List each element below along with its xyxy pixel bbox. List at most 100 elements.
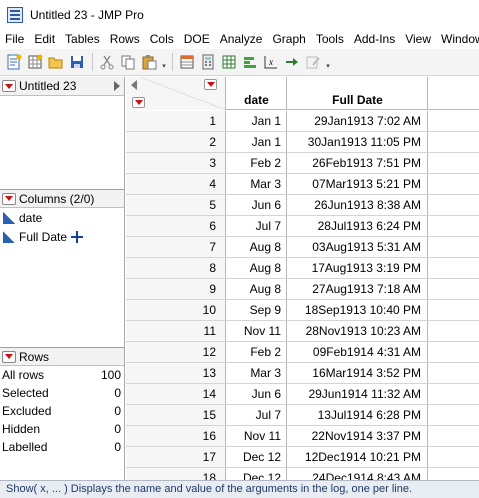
table-row[interactable]: 16 Nov 11 22Nov1914 3:37 PM	[126, 426, 479, 447]
table-row[interactable]: 12 Feb 2 09Feb1914 4:31 AM	[126, 342, 479, 363]
row-number[interactable]: 1	[126, 111, 226, 131]
cell-full-date[interactable]: 26Jun1913 8:38 AM	[287, 195, 428, 215]
row-number[interactable]: 11	[126, 321, 226, 341]
column-header-date[interactable]: date	[227, 77, 287, 110]
cut-icon[interactable]	[97, 52, 117, 72]
menu-file[interactable]: File	[0, 30, 29, 49]
grid-corner[interactable]	[126, 77, 226, 110]
row-number[interactable]: 15	[126, 405, 226, 425]
row-number[interactable]: 2	[126, 132, 226, 152]
row-number[interactable]: 3	[126, 153, 226, 173]
new-table-icon[interactable]	[25, 52, 45, 72]
cell-full-date[interactable]: 26Feb1913 7:51 PM	[287, 153, 428, 173]
cell-date[interactable]: Feb 2	[226, 153, 287, 173]
row-number[interactable]: 17	[126, 447, 226, 467]
table-panel-header[interactable]: Untitled 23	[0, 77, 124, 96]
menu-tables[interactable]: Tables	[60, 30, 105, 49]
calculator-icon[interactable]	[198, 52, 218, 72]
menu-rows[interactable]: Rows	[105, 30, 145, 49]
menu-cols[interactable]: Cols	[145, 30, 179, 49]
cell-full-date[interactable]: 07Mar1913 5:21 PM	[287, 174, 428, 194]
column-item-date[interactable]: date	[0, 208, 124, 227]
cell-full-date[interactable]: 18Sep1913 10:40 PM	[287, 300, 428, 320]
table-row[interactable]: 9 Aug 8 27Aug1913 7:18 AM	[126, 279, 479, 300]
table-row[interactable]: 15 Jul 7 13Jul1914 6:28 PM	[126, 405, 479, 426]
cell-date[interactable]: Aug 8	[226, 279, 287, 299]
collapse-arrow-icon[interactable]	[114, 81, 120, 91]
cell-full-date[interactable]: 24Dec1914 8:43 AM	[287, 468, 428, 480]
table-row[interactable]: 8 Aug 8 17Aug1913 3:19 PM	[126, 258, 479, 279]
table-row[interactable]: 6 Jul 7 28Jul1913 6:24 PM	[126, 216, 479, 237]
cell-date[interactable]: Jun 6	[226, 384, 287, 404]
row-number[interactable]: 5	[126, 195, 226, 215]
cell-full-date[interactable]: 03Aug1913 5:31 AM	[287, 237, 428, 257]
cell-full-date[interactable]: 28Jul1913 6:24 PM	[287, 216, 428, 236]
table-row[interactable]: 11 Nov 11 28Nov1913 10:23 AM	[126, 321, 479, 342]
red-triangle-menu-icon[interactable]	[2, 350, 16, 363]
column-item-full-date[interactable]: Full Date	[0, 227, 124, 246]
table-row[interactable]: 14 Jun 6 29Jun1914 11:32 AM	[126, 384, 479, 405]
cell-date[interactable]: Sep 9	[226, 300, 287, 320]
collapse-left-arrow-icon[interactable]	[131, 80, 137, 90]
cell-full-date[interactable]: 30Jan1913 11:05 PM	[287, 132, 428, 152]
cell-date[interactable]: Dec 12	[226, 447, 287, 467]
row-number[interactable]: 16	[126, 426, 226, 446]
cell-date[interactable]: Mar 3	[226, 363, 287, 383]
cell-date[interactable]: Dec 12	[226, 468, 287, 480]
run-arrow-icon[interactable]	[282, 52, 302, 72]
menu-window[interactable]: Window	[436, 30, 479, 49]
row-number[interactable]: 8	[126, 258, 226, 278]
table-icon[interactable]	[219, 52, 239, 72]
cell-date[interactable]: Jun 6	[226, 195, 287, 215]
cell-full-date[interactable]: 27Aug1913 7:18 AM	[287, 279, 428, 299]
columns-red-triangle-icon[interactable]	[204, 79, 217, 90]
copy-icon[interactable]	[118, 52, 138, 72]
table-row[interactable]: 3 Feb 2 26Feb1913 7:51 PM	[126, 153, 479, 174]
table-row[interactable]: 1 Jan 1 29Jan1913 7:02 AM	[126, 111, 479, 132]
new-script-icon[interactable]	[4, 52, 24, 72]
bar-chart-icon[interactable]	[240, 52, 260, 72]
menu-edit[interactable]: Edit	[29, 30, 60, 49]
cell-full-date[interactable]: 09Feb1914 4:31 AM	[287, 342, 428, 362]
red-triangle-menu-icon[interactable]	[2, 192, 16, 205]
cell-date[interactable]: Aug 8	[226, 237, 287, 257]
toolbar-dropdown[interactable]: ▾	[324, 52, 332, 72]
cell-full-date[interactable]: 13Jul1914 6:28 PM	[287, 405, 428, 425]
cell-date[interactable]: Jan 1	[226, 111, 287, 131]
table-row[interactable]: 18 Dec 12 24Dec1914 8:43 AM	[126, 468, 479, 480]
row-number[interactable]: 13	[126, 363, 226, 383]
cell-date[interactable]: Jul 7	[226, 405, 287, 425]
cell-date[interactable]: Mar 3	[226, 174, 287, 194]
columns-panel-header[interactable]: Columns (2/0)	[0, 189, 124, 208]
formula-icon[interactable]: x	[261, 52, 281, 72]
open-icon[interactable]	[46, 52, 66, 72]
row-number[interactable]: 6	[126, 216, 226, 236]
row-number[interactable]: 14	[126, 384, 226, 404]
menu-doe[interactable]: DOE	[179, 30, 215, 49]
table-row[interactable]: 13 Mar 3 16Mar1914 3:52 PM	[126, 363, 479, 384]
column-header-full-date[interactable]: Full Date	[288, 77, 428, 110]
menu-tools[interactable]: Tools	[311, 30, 349, 49]
red-triangle-menu-icon[interactable]	[2, 80, 16, 92]
row-number[interactable]: 18	[126, 468, 226, 480]
cell-full-date[interactable]: 29Jun1914 11:32 AM	[287, 384, 428, 404]
cell-date[interactable]: Jan 1	[226, 132, 287, 152]
cell-date[interactable]: Aug 8	[226, 258, 287, 278]
table-row[interactable]: 17 Dec 12 12Dec1914 10:21 PM	[126, 447, 479, 468]
table-row[interactable]: 2 Jan 1 30Jan1913 11:05 PM	[126, 132, 479, 153]
cell-date[interactable]: Jul 7	[226, 216, 287, 236]
cell-full-date[interactable]: 28Nov1913 10:23 AM	[287, 321, 428, 341]
row-number[interactable]: 9	[126, 279, 226, 299]
cell-full-date[interactable]: 12Dec1914 10:21 PM	[287, 447, 428, 467]
rows-red-triangle-icon[interactable]	[132, 97, 145, 108]
row-number[interactable]: 10	[126, 300, 226, 320]
cell-date[interactable]: Feb 2	[226, 342, 287, 362]
menu-graph[interactable]: Graph	[267, 30, 310, 49]
cell-full-date[interactable]: 16Mar1914 3:52 PM	[287, 363, 428, 383]
save-icon[interactable]	[67, 52, 87, 72]
data-grid-icon[interactable]	[177, 52, 197, 72]
toolbar-dropdown[interactable]: ▾	[160, 52, 168, 72]
table-row[interactable]: 7 Aug 8 03Aug1913 5:31 AM	[126, 237, 479, 258]
edit-pen-icon[interactable]	[303, 52, 323, 72]
rows-panel-header[interactable]: Rows	[0, 347, 124, 366]
